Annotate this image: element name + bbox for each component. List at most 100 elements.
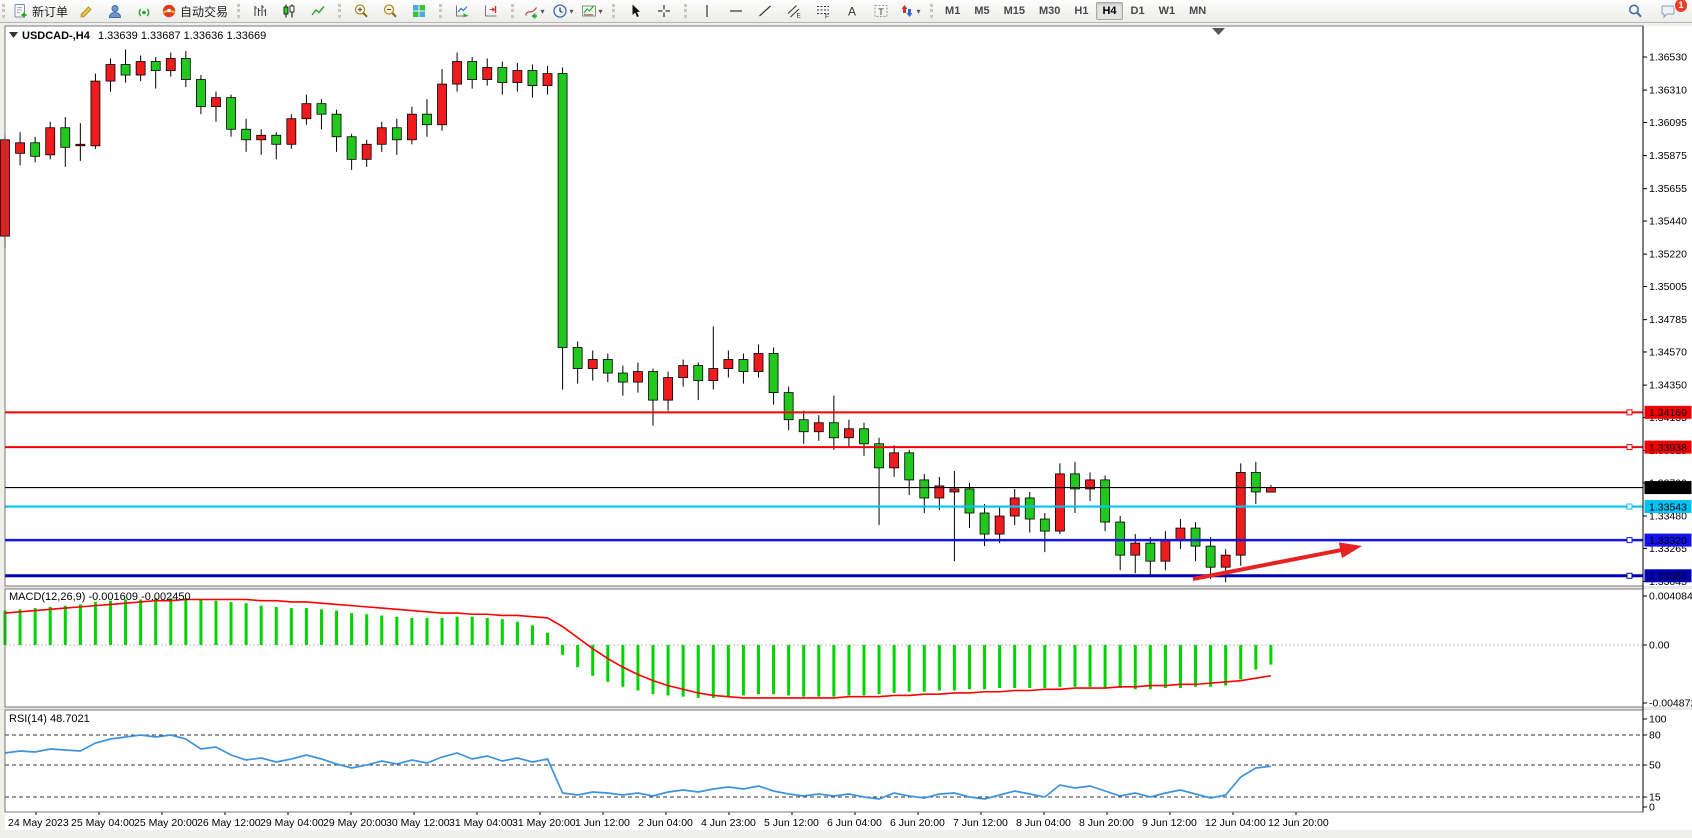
svg-text:1.33543: 1.33543 — [1649, 501, 1687, 513]
bar-chart-icon — [252, 3, 268, 19]
search-icon — [1627, 3, 1643, 19]
chevron-down-icon[interactable]: ▾ — [917, 7, 921, 16]
line-chart-button[interactable] — [303, 0, 332, 22]
chat-button[interactable]: 1 — [1653, 0, 1682, 22]
arrows-button[interactable]: ▾ — [895, 0, 924, 22]
hline-icon — [728, 3, 744, 19]
svg-text:1.34169: 1.34169 — [1649, 407, 1687, 419]
periods-icon — [552, 3, 568, 19]
crayon-icon — [78, 3, 94, 19]
svg-text:1.35655: 1.35655 — [1649, 183, 1687, 195]
svg-text:F: F — [825, 14, 829, 20]
svg-text:1.34785: 1.34785 — [1649, 314, 1687, 326]
autotrade-button[interactable]: 自动交易 — [158, 0, 231, 22]
chart-area[interactable]: 1.365301.363101.360951.358751.356551.354… — [0, 23, 1692, 838]
timeframe-m5[interactable]: M5 — [968, 2, 995, 20]
svg-text:1.36095: 1.36095 — [1649, 117, 1687, 129]
rsi-label: RSI(14) 48.7021 — [9, 713, 90, 725]
svg-text:1.34350: 1.34350 — [1649, 380, 1687, 392]
trade-group: 新订单 自动交易 — [0, 0, 235, 22]
panel-splitter-rsi[interactable] — [0, 707, 1692, 710]
indicators-icon — [523, 3, 539, 19]
vertical-line-button[interactable] — [692, 0, 721, 22]
arrows-icon — [899, 3, 915, 19]
svg-text:E: E — [796, 13, 801, 20]
new-order-icon — [13, 3, 29, 19]
svg-text:6 Jun 20:00: 6 Jun 20:00 — [890, 817, 945, 829]
svg-text:2 Jun 04:00: 2 Jun 04:00 — [638, 817, 693, 829]
svg-text:A: A — [848, 5, 856, 19]
svg-text:4 Jun 23:00: 4 Jun 23:00 — [701, 817, 756, 829]
chart-ohlc: 1.33639 1.33687 1.33636 1.33669 — [98, 30, 266, 42]
search-button[interactable] — [1620, 0, 1649, 22]
horizontal-line-button[interactable] — [721, 0, 750, 22]
bar-chart-button[interactable] — [245, 0, 274, 22]
trendline-button[interactable] — [750, 0, 779, 22]
chevron-down-icon[interactable]: ▾ — [599, 7, 603, 16]
macd-label: MACD(12,26,9) -0.001609 -0.002450 — [9, 591, 191, 603]
zoom-in-button[interactable] — [346, 0, 375, 22]
fibonacci-button[interactable]: F — [808, 0, 837, 22]
panel-splitter-macd[interactable] — [0, 586, 1692, 589]
periods-button[interactable]: ▾ — [548, 0, 577, 22]
svg-text:T: T — [878, 7, 884, 17]
cursor-icon — [627, 3, 643, 19]
chevron-down-icon[interactable]: ▾ — [570, 7, 574, 16]
zoom-out-button[interactable] — [375, 0, 404, 22]
text-icon: A — [844, 3, 860, 19]
fibo-icon: F — [815, 3, 831, 19]
timeframe-h4[interactable]: H4 — [1096, 2, 1122, 20]
equidistant-channel-button[interactable]: E — [779, 0, 808, 22]
svg-text:80: 80 — [1649, 730, 1661, 742]
autoscroll-icon — [454, 3, 470, 19]
svg-text:1.33320: 1.33320 — [1649, 535, 1687, 547]
indicators-button[interactable]: ▾ — [519, 0, 548, 22]
tiles-icon — [411, 3, 427, 19]
objects-group: E F A T ▾ — [682, 0, 928, 22]
text-label-button[interactable]: T — [866, 0, 895, 22]
templates-button[interactable]: ▾ — [577, 0, 606, 22]
svg-text:1.36310: 1.36310 — [1649, 85, 1687, 97]
signal-button[interactable] — [129, 0, 158, 22]
publisher-button[interactable] — [100, 0, 129, 22]
publisher-icon — [107, 3, 123, 19]
timeframe-d1[interactable]: D1 — [1125, 2, 1151, 20]
svg-text:25 May 20:00: 25 May 20:00 — [134, 817, 198, 829]
candle-chart-icon — [281, 3, 297, 19]
templates-icon — [581, 3, 597, 19]
line-chart-icon — [310, 3, 326, 19]
chevron-down-icon[interactable]: ▾ — [541, 7, 545, 16]
svg-text:1.35005: 1.35005 — [1649, 281, 1687, 293]
tile-windows-button[interactable] — [404, 0, 433, 22]
autotrade-button-label: 自动交易 — [180, 3, 228, 20]
toolbar: 新订单 自动交易 ▾ ▾ ▾ E F A T ▾ M1M5M15M30H1H4D1W1MN 1 — [0, 0, 1692, 23]
crayon-button[interactable] — [71, 0, 100, 22]
text-button[interactable]: A — [837, 0, 866, 22]
cursor-button[interactable] — [620, 0, 649, 22]
crosshair-button[interactable] — [649, 0, 678, 22]
auto-scroll-button[interactable] — [447, 0, 476, 22]
timeframe-m15[interactable]: M15 — [998, 2, 1031, 20]
chart-shift-button[interactable] — [476, 0, 505, 22]
timeframe-w1[interactable]: W1 — [1153, 2, 1182, 20]
vline-icon — [699, 3, 715, 19]
insert-group: ▾ ▾ ▾ — [509, 0, 610, 22]
toolbar-right: 1 — [1620, 0, 1692, 22]
svg-text:1.33938: 1.33938 — [1649, 442, 1687, 454]
candle-chart-button[interactable] — [274, 0, 303, 22]
new-order-button-label: 新订单 — [32, 3, 68, 20]
autotrade-icon — [161, 3, 177, 19]
svg-text:30 May 12:00: 30 May 12:00 — [386, 817, 450, 829]
svg-text:8 Jun 20:00: 8 Jun 20:00 — [1079, 817, 1134, 829]
new-order-button[interactable]: 新订单 — [10, 0, 71, 22]
timeframe-m30[interactable]: M30 — [1033, 2, 1066, 20]
svg-text:24 May 2023: 24 May 2023 — [8, 817, 69, 829]
timeframe-mn[interactable]: MN — [1183, 2, 1212, 20]
timeframe-h1[interactable]: H1 — [1068, 2, 1094, 20]
svg-text:0: 0 — [1649, 802, 1655, 814]
svg-text:25 May 04:00: 25 May 04:00 — [71, 817, 135, 829]
svg-text:31 May 20:00: 31 May 20:00 — [512, 817, 576, 829]
timeframe-m1[interactable]: M1 — [939, 2, 966, 20]
svg-text:1.36530: 1.36530 — [1649, 52, 1687, 64]
timeframe-group: M1M5M15M30H1H4D1W1MN — [928, 0, 1217, 22]
